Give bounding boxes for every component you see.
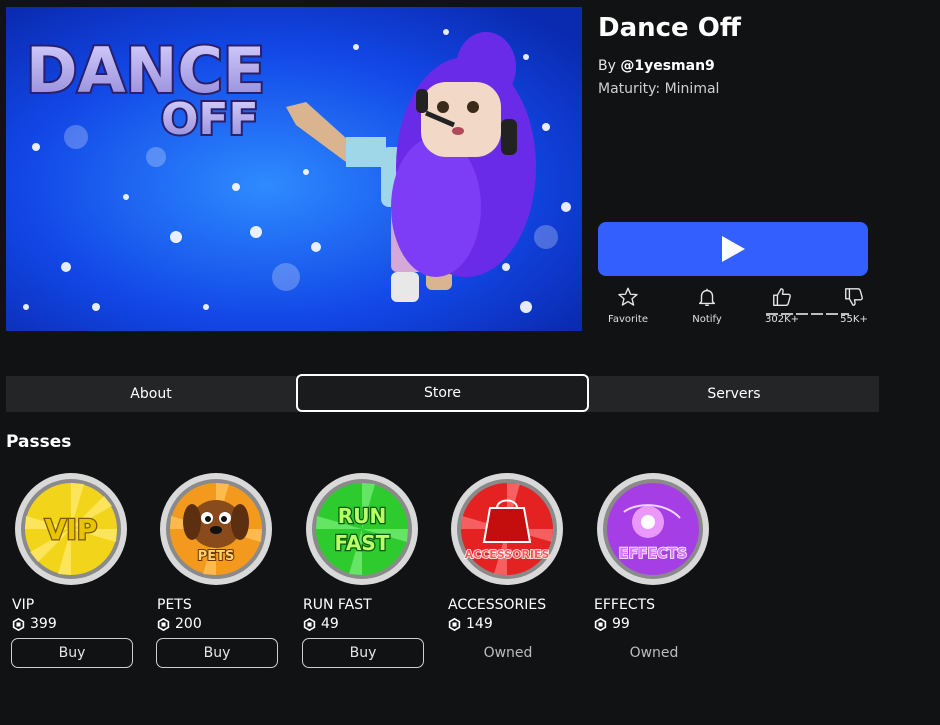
robux-icon <box>594 617 607 631</box>
notify-button[interactable]: Notify <box>686 286 728 325</box>
thumbs-up-icon <box>773 288 791 306</box>
play-icon <box>722 236 745 262</box>
pass-price: 99 <box>594 616 630 632</box>
buy-button[interactable]: Buy <box>302 638 424 668</box>
dislike-count: 55K+ <box>840 314 868 325</box>
tab-store[interactable]: Store <box>296 374 589 412</box>
pass-price: 49 <box>303 616 339 632</box>
game-thumbnail: DANCE OFF <box>6 7 582 331</box>
owned-label: Owned <box>629 645 679 661</box>
robux-icon <box>448 617 461 631</box>
game-title: Dance Off <box>598 13 741 43</box>
pass-price: 149 <box>448 616 493 632</box>
maturity-label: Maturity: Minimal <box>598 81 720 97</box>
pass-name: RUN FAST <box>303 597 372 613</box>
favorite-button[interactable]: Favorite <box>604 286 652 325</box>
tab-about[interactable]: About <box>6 376 296 412</box>
tab-servers[interactable]: Servers <box>589 376 879 412</box>
svg-text:OFF: OFF <box>161 94 259 145</box>
buy-button[interactable]: Buy <box>156 638 278 668</box>
pass-vip-image: VIP <box>15 473 127 585</box>
pass-run-fast-image: RUN FAST <box>306 473 418 585</box>
star-icon <box>618 287 638 306</box>
pass-pets-image: PETS <box>160 473 272 585</box>
buy-button[interactable]: Buy <box>11 638 133 668</box>
like-button[interactable]: 302K+ <box>762 286 802 325</box>
owned-label: Owned <box>483 645 533 661</box>
pass-accessories-image: ACCESSORIES <box>451 473 563 585</box>
pass-name: EFFECTS <box>594 597 656 613</box>
notify-label: Notify <box>692 314 722 325</box>
svg-text:EFFECTS: EFFECTS <box>619 546 687 562</box>
pass-effects-image: EFFECTS <box>597 473 709 585</box>
robux-icon <box>303 617 316 631</box>
dislike-button[interactable]: 55K+ <box>836 286 872 325</box>
game-actions: Favorite Notify 302K+ 55K+ <box>598 286 870 332</box>
pass-price: 399 <box>12 616 57 632</box>
svg-text:FAST: FAST <box>335 531 390 555</box>
tab-bar: About Store Servers <box>6 374 879 412</box>
favorite-label: Favorite <box>608 314 648 325</box>
thumbs-down-icon <box>845 288 863 306</box>
bell-icon <box>698 288 716 306</box>
like-count: 302K+ <box>764 314 800 325</box>
play-button[interactable] <box>598 222 868 276</box>
pass-name: VIP <box>12 597 35 613</box>
pass-name: PETS <box>157 597 192 613</box>
robux-icon <box>157 617 170 631</box>
svg-text:ACCESSORIES: ACCESSORIES <box>465 548 550 561</box>
svg-text:VIP: VIP <box>45 513 98 546</box>
svg-text:RUN: RUN <box>338 504 386 528</box>
by-prefix: By <box>598 58 616 74</box>
svg-text:PETS: PETS <box>198 549 235 564</box>
creator-link[interactable]: @1yesman9 <box>620 58 714 74</box>
robux-icon <box>12 617 25 631</box>
pass-name: ACCESSORIES <box>448 597 547 613</box>
passes-heading: Passes <box>6 432 72 452</box>
creator-line: By @1yesman9 <box>598 58 715 74</box>
pass-price: 200 <box>157 616 202 632</box>
